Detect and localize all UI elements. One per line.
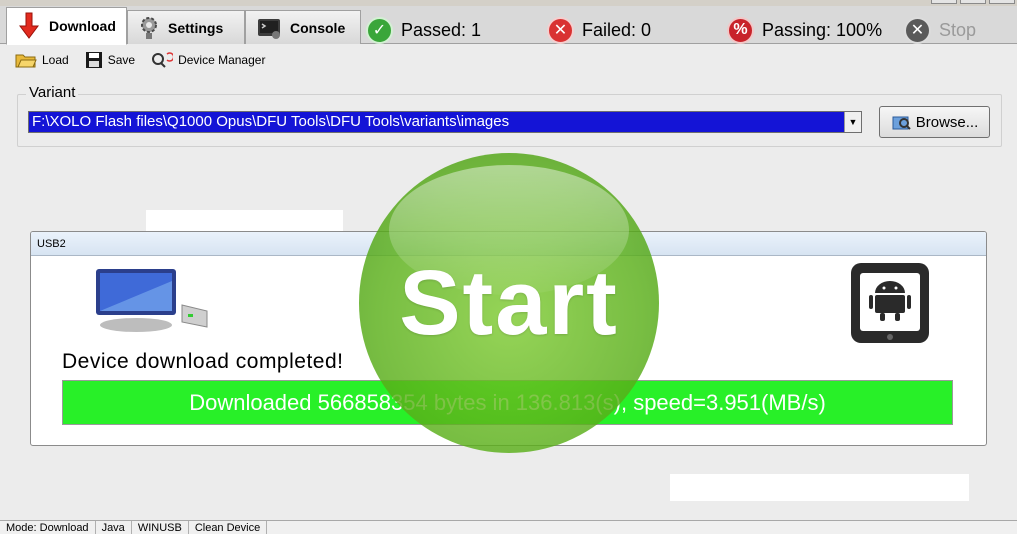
save-label: Save bbox=[107, 53, 136, 67]
settings-gear-icon bbox=[138, 15, 160, 41]
passing-rate: Passing: 100% bbox=[762, 19, 883, 40]
x-circle-icon: ✕ bbox=[547, 16, 574, 44]
tab-bar: Download Settings Console ✓ Passed: 1 ✕ … bbox=[0, 6, 1017, 45]
failed-status: ✕ Failed: 0 bbox=[547, 15, 651, 45]
stop-label: Stop bbox=[939, 19, 977, 40]
variant-path-value: F:\XOLO Flash files\Q1000 Opus\DFU Tools… bbox=[32, 113, 510, 130]
device-manager-label: Device Manager bbox=[178, 53, 266, 67]
tab-console-label: Console bbox=[290, 19, 346, 36]
status-java: Java bbox=[96, 521, 132, 534]
tab-settings-label: Settings bbox=[168, 19, 224, 36]
stop-x-icon: ✕ bbox=[904, 16, 931, 44]
redaction-block bbox=[670, 474, 969, 501]
status-clean-device: Clean Device bbox=[189, 521, 268, 534]
redaction-block bbox=[146, 210, 343, 231]
start-label: Start bbox=[399, 251, 619, 354]
load-label: Load bbox=[42, 53, 69, 67]
tab-console[interactable]: Console bbox=[245, 10, 361, 44]
device-search-icon bbox=[151, 51, 174, 69]
window-controls bbox=[925, 0, 1015, 4]
check-circle-icon: ✓ bbox=[366, 16, 393, 44]
toolbar: Load Save Device Manager bbox=[0, 45, 1017, 75]
start-button[interactable]: Start bbox=[359, 153, 659, 453]
chevron-down-icon[interactable]: ▼ bbox=[844, 112, 861, 132]
stop-button[interactable]: ✕ Stop bbox=[904, 15, 976, 45]
tab-settings[interactable]: Settings bbox=[127, 10, 245, 44]
console-icon bbox=[256, 15, 282, 41]
load-button[interactable]: Load bbox=[15, 51, 69, 69]
passed-status: ✓ Passed: 1 bbox=[366, 15, 481, 45]
tab-download-label: Download bbox=[49, 18, 116, 34]
maximize-button[interactable] bbox=[960, 0, 986, 4]
floppy-disk-icon bbox=[85, 51, 103, 69]
download-arrow-icon bbox=[17, 12, 41, 40]
close-button[interactable] bbox=[989, 0, 1015, 4]
computer-icon bbox=[94, 267, 209, 342]
android-device-icon bbox=[849, 261, 931, 350]
variant-label: Variant bbox=[26, 84, 79, 101]
tab-download[interactable]: Download bbox=[6, 7, 127, 45]
download-status-message: Device download completed! bbox=[62, 350, 344, 373]
browse-folder-icon bbox=[891, 112, 911, 132]
browse-label: Browse... bbox=[915, 113, 979, 131]
passing-status: % Passing: 100% bbox=[727, 15, 882, 45]
save-button[interactable]: Save bbox=[85, 51, 135, 69]
status-bar: Mode: Download Java WINUSB Clean Device bbox=[0, 520, 1017, 534]
status-mode: Mode: Download bbox=[0, 521, 96, 534]
folder-open-icon bbox=[15, 51, 37, 69]
minimize-button[interactable] bbox=[931, 0, 957, 4]
passed-count: Passed: 1 bbox=[401, 19, 482, 40]
browse-button[interactable]: Browse... bbox=[879, 106, 990, 138]
percent-icon: % bbox=[727, 16, 754, 44]
status-driver: WINUSB bbox=[132, 521, 189, 534]
variant-path-select[interactable]: F:\XOLO Flash files\Q1000 Opus\DFU Tools… bbox=[28, 111, 862, 133]
device-manager-button[interactable]: Device Manager bbox=[151, 51, 265, 69]
failed-count: Failed: 0 bbox=[582, 19, 652, 40]
